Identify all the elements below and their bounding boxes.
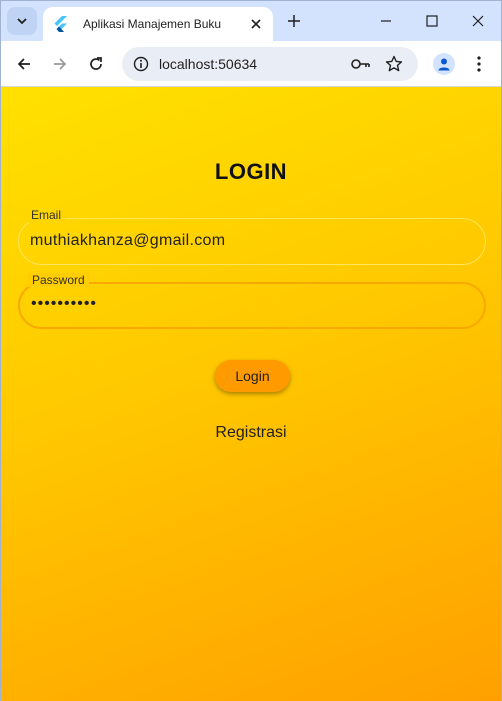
close-tab-icon[interactable] (247, 15, 265, 33)
browser-tab[interactable]: Aplikasi Manajemen Buku (43, 7, 273, 41)
browser-window: Aplikasi Manajemen Buku localhost:50634 … (0, 0, 502, 701)
email-field[interactable]: Email muthiakhanza@gmail.com (18, 208, 486, 265)
url-text: localhost:50634 (159, 56, 258, 72)
title-bar: Aplikasi Manajemen Buku (1, 1, 501, 41)
forward-arrow-icon[interactable] (48, 52, 72, 76)
new-tab-icon[interactable] (284, 11, 304, 31)
minimize-icon[interactable] (373, 9, 399, 33)
tab-search-button[interactable] (7, 7, 37, 35)
chevron-down-icon (17, 18, 27, 25)
password-label: Password (28, 273, 89, 287)
more-menu-icon[interactable] (471, 53, 487, 75)
close-window-icon[interactable] (465, 9, 491, 33)
page-title: LOGIN (214, 159, 288, 184)
flutter-icon (53, 16, 69, 32)
browser-toolbar: localhost:50634 (1, 41, 501, 87)
password-key-icon[interactable] (351, 54, 371, 74)
info-icon[interactable] (131, 54, 151, 74)
tab-title: Aplikasi Manajemen Buku (83, 17, 222, 31)
login-page: LOGIN Email muthiakhanza@gmail.com Passw… (1, 87, 501, 701)
bookmark-star-icon[interactable] (384, 54, 404, 74)
email-value[interactable]: muthiakhanza@gmail.com (30, 232, 225, 250)
email-label: Email (27, 208, 66, 222)
password-value[interactable]: •••••••••• (31, 295, 97, 313)
maximize-icon[interactable] (419, 9, 445, 33)
reload-icon[interactable] (84, 52, 108, 76)
back-arrow-icon[interactable] (12, 52, 36, 76)
login-button[interactable]: Login (215, 360, 290, 392)
password-field[interactable]: Password •••••••••• (18, 273, 486, 329)
register-link[interactable]: Registrasi (1, 424, 501, 442)
address-bar[interactable]: localhost:50634 (122, 47, 418, 81)
profile-avatar-icon[interactable] (433, 53, 455, 75)
